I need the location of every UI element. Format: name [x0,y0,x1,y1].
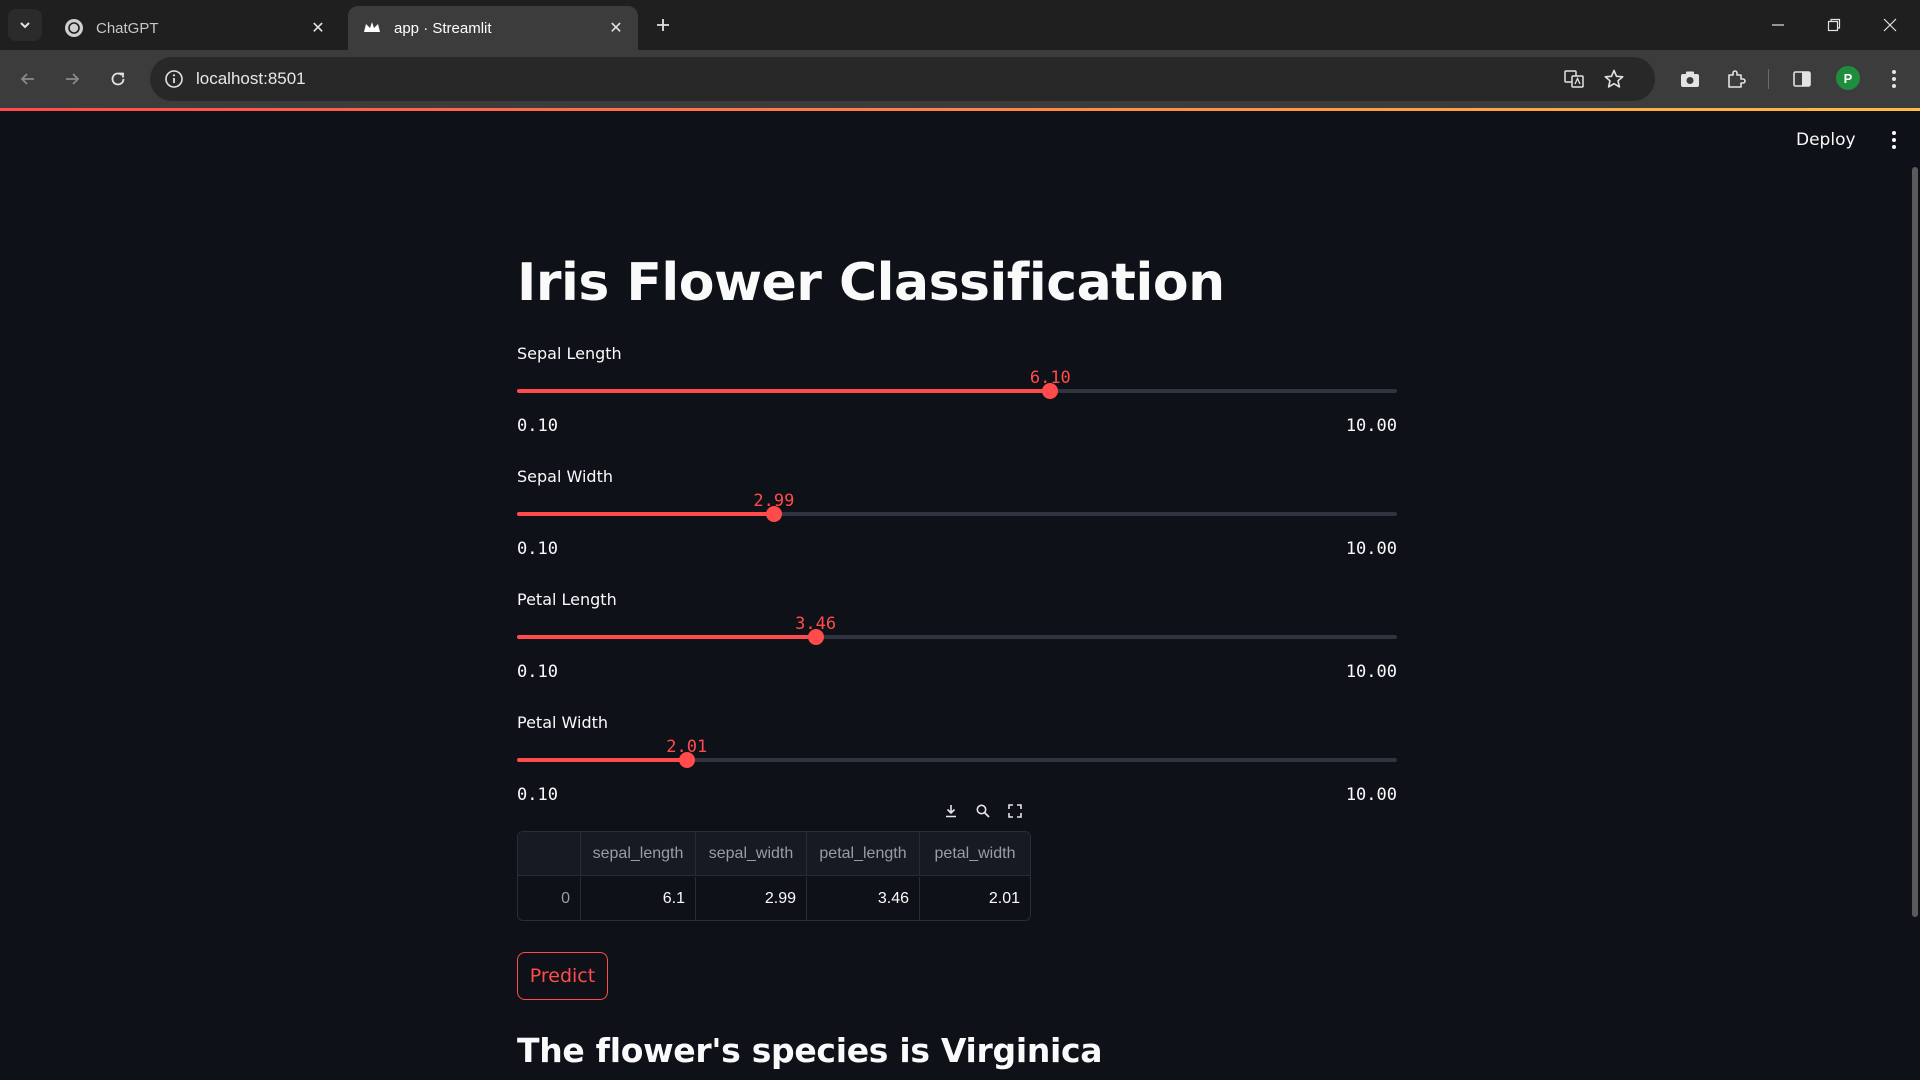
table-header-cell[interactable]: petal_width [920,832,1030,876]
slider-min: 0.10 [517,662,558,682]
table-cell[interactable]: 2.99 [696,877,807,920]
back-button[interactable] [12,63,44,95]
extensions-icon[interactable] [1720,63,1752,95]
star-icon[interactable] [1600,65,1628,93]
close-icon [1883,18,1897,32]
tab-streamlit[interactable]: app · Streamlit ✕ [348,6,638,50]
slider-max: 10.00 [1345,785,1397,805]
slider-petal-length: Petal Length 3.46 0.10 10.00 [517,590,1397,690]
table-header-row: sepal_length sepal_width petal_length pe… [518,832,1030,876]
slider-min: 0.10 [517,539,558,559]
plus-icon [657,19,669,31]
slider-label: Petal Width [517,713,609,732]
main-menu-icon[interactable] [1882,128,1906,152]
fullscreen-icon[interactable] [1003,799,1027,823]
close-icon[interactable]: ✕ [308,18,328,38]
slider-track[interactable] [517,635,1397,639]
slider-min: 0.10 [517,785,558,805]
restore-icon [1827,18,1841,32]
slider-min: 0.10 [517,416,558,436]
slider-thumb[interactable] [1042,383,1059,399]
slider-track[interactable] [517,512,1397,516]
address-bar[interactable]: localhost:8501 [150,57,1655,101]
slider-max: 10.00 [1345,416,1397,436]
forward-button[interactable] [56,63,88,95]
streamlit-crown-icon [362,18,382,38]
slider-sepal-width: Sepal Width 2.99 0.10 10.00 [517,467,1397,567]
prediction-result: The flower's species is Virginica [517,1031,1103,1070]
table-header-cell[interactable]: petal_length [807,832,920,876]
slider-fill [517,512,774,516]
camera-icon[interactable] [1674,63,1706,95]
translate-icon[interactable] [1560,65,1588,93]
reload-icon [111,72,125,86]
slider-fill [517,635,816,639]
table-cell[interactable]: 2.01 [920,877,1030,920]
profile-avatar[interactable]: P [1836,66,1860,90]
slider-thumb[interactable] [807,629,824,645]
window-close-button[interactable] [1862,0,1918,50]
slider-thumb[interactable] [765,506,782,522]
new-tab-button[interactable] [648,10,678,40]
slider-label: Sepal Length [517,344,622,363]
restore-button[interactable] [1806,0,1862,50]
toolbar-divider [1768,69,1769,89]
tab-search-button[interactable] [8,9,42,41]
minimize-button[interactable] [1750,0,1806,50]
deploy-button[interactable]: Deploy [1796,127,1856,153]
browser-toolbar: localhost:8501 [0,50,1920,108]
browser-menu-icon[interactable] [1878,63,1910,95]
streamlit-app: Deploy Iris Flower Classification Sepal … [0,111,1920,1080]
slider-thumb[interactable] [678,752,695,768]
page-title: Iris Flower Classification [517,253,1225,313]
dataframe-toolbar [933,797,1033,825]
slider-label: Sepal Width [517,467,613,486]
table-header-cell[interactable]: sepal_length [581,832,696,876]
main-content: Iris Flower Classification Sepal Length … [517,111,1397,1080]
input-dataframe[interactable]: sepal_length sepal_width petal_length pe… [517,831,1031,921]
search-icon[interactable] [971,799,995,823]
slider-fill [517,389,1051,393]
slider-label: Petal Length [517,590,617,609]
browser-tab-strip: ChatGPT ✕ app · Streamlit ✕ [0,0,1920,50]
side-panel-icon[interactable] [1786,63,1818,95]
table-header-cell[interactable]: sepal_width [696,832,807,876]
tab-title: app · Streamlit [394,19,492,37]
arrow-left-icon [20,73,34,85]
arrow-right-icon [66,73,80,85]
slider-track[interactable] [517,758,1397,762]
chatgpt-icon [64,18,84,38]
table-cell[interactable]: 3.46 [807,877,920,920]
page-scrollbar[interactable] [1912,167,1918,917]
reload-button[interactable] [102,63,134,95]
slider-max: 10.00 [1345,662,1397,682]
site-info-icon[interactable] [160,65,188,93]
chevron-down-icon [20,22,30,29]
table-row: 0 6.1 2.99 3.46 2.01 [518,877,1030,920]
slider-max: 10.00 [1345,539,1397,559]
url-text[interactable]: localhost:8501 [196,57,306,101]
table-cell[interactable]: 6.1 [581,877,696,920]
close-icon[interactable]: ✕ [606,18,626,38]
predict-button[interactable]: Predict [517,952,608,1000]
slider-fill [517,758,687,762]
tab-chatgpt[interactable]: ChatGPT ✕ [50,6,340,50]
minimize-icon [1772,24,1784,26]
download-icon[interactable] [939,799,963,823]
slider-sepal-length: Sepal Length 6.10 0.10 10.00 [517,344,1397,444]
table-index-cell: 0 [518,877,581,920]
slider-track[interactable] [517,389,1397,393]
tab-title: ChatGPT [96,19,159,37]
table-header-cell [518,832,581,876]
